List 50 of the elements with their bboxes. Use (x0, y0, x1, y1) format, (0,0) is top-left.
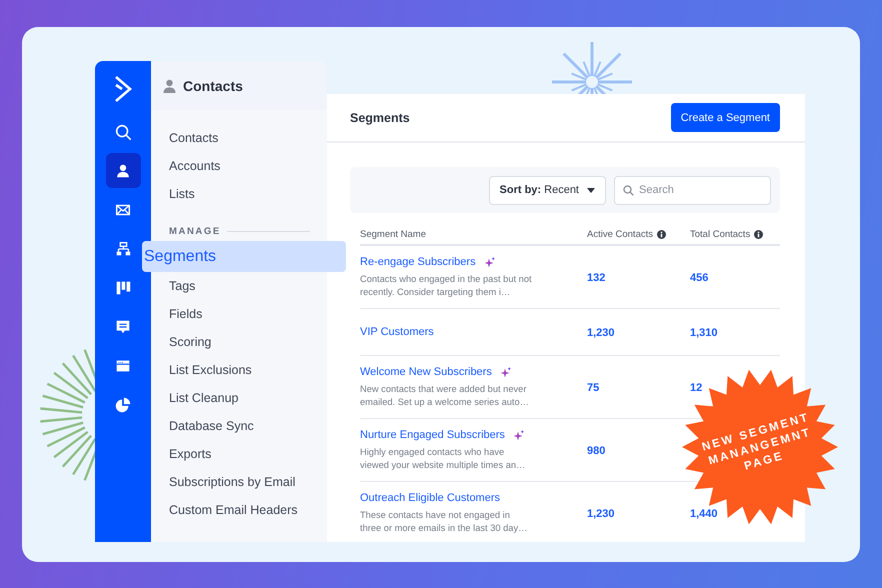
active-contacts-count[interactable]: 1,230 (587, 327, 615, 339)
search-icon (623, 184, 634, 196)
section-heading: MANAGE (169, 226, 221, 236)
segment-link[interactable]: Welcome New Subscribers (360, 366, 492, 378)
sidebar-item[interactable]: List Exclusions (151, 356, 252, 384)
sidebar-item[interactable]: Fields (151, 300, 202, 328)
columns-icon (114, 278, 132, 296)
column-header: Active Contacts (587, 229, 653, 240)
active-contacts-count[interactable]: 132 (587, 272, 606, 284)
search-icon (114, 122, 132, 140)
total-contacts-count[interactable]: 1,440 (690, 508, 718, 520)
active-contacts-count[interactable]: 980 (587, 445, 606, 457)
create-segment-button[interactable]: Create a Segment (670, 103, 780, 132)
segment-link[interactable]: Nurture Engaged Subscribers (360, 429, 505, 441)
search-field[interactable]: Search (614, 176, 771, 204)
sidebar-item[interactable]: Custom Email Headers (151, 496, 298, 524)
segment-description: Highly engaged contacts who have viewed your website multiple times an… (360, 446, 526, 471)
total-contacts-count[interactable]: 456 (690, 272, 708, 284)
sidebar-title: Contacts (183, 78, 243, 94)
segment-link[interactable]: Outreach Eligible Customers (360, 492, 500, 504)
person-icon (114, 162, 132, 180)
active-contacts-count[interactable]: 1,230 (587, 508, 615, 520)
sidebar-item[interactable]: List Cleanup (151, 384, 238, 412)
segment-link[interactable]: VIP Customers (360, 326, 434, 338)
hierarchy-icon (114, 240, 132, 258)
sidebar-item[interactable]: Subscriptions by Email (151, 468, 296, 496)
page-title: Segments (350, 110, 410, 124)
segment-description: These contacts have not engaged in three or more emails in the last 30 day… (360, 509, 528, 534)
sidebar-item[interactable]: Exports (151, 440, 212, 468)
total-contacts-count[interactable]: 12 (690, 382, 702, 394)
segment-description: Contacts who engaged in the past but not recently. Consider targeting them i… (360, 273, 532, 298)
sidebar-item[interactable]: Scoring (151, 328, 212, 356)
sidebar-item[interactable]: Database Sync (151, 412, 254, 440)
sidebar-item[interactable]: Lists (151, 180, 195, 208)
sidebar-item[interactable]: Tags (151, 272, 196, 300)
active-contacts-count[interactable]: 75 (587, 382, 600, 394)
chat-icon (114, 318, 132, 336)
column-header: Segment Name (360, 229, 426, 240)
segment-description: New contacts that were added but never emailed. Set up a welcome series auto… (360, 383, 530, 408)
pie-chart-icon (114, 396, 132, 414)
sidebar-item[interactable]: Contacts (151, 124, 218, 152)
sidebar-item[interactable]: Segments (142, 241, 346, 272)
segment-link[interactable]: Re-engage Subscribers (360, 256, 476, 268)
column-header: Total Contacts (690, 229, 750, 240)
total-contacts-count[interactable]: 1,310 (690, 327, 718, 339)
rail-nav-button[interactable] (106, 153, 140, 188)
sidebar-item[interactable]: Accounts (151, 152, 220, 180)
sort-dropdown[interactable]: Sort by: Recent (488, 176, 606, 204)
caret-icon (587, 188, 595, 192)
person-icon (163, 78, 176, 92)
